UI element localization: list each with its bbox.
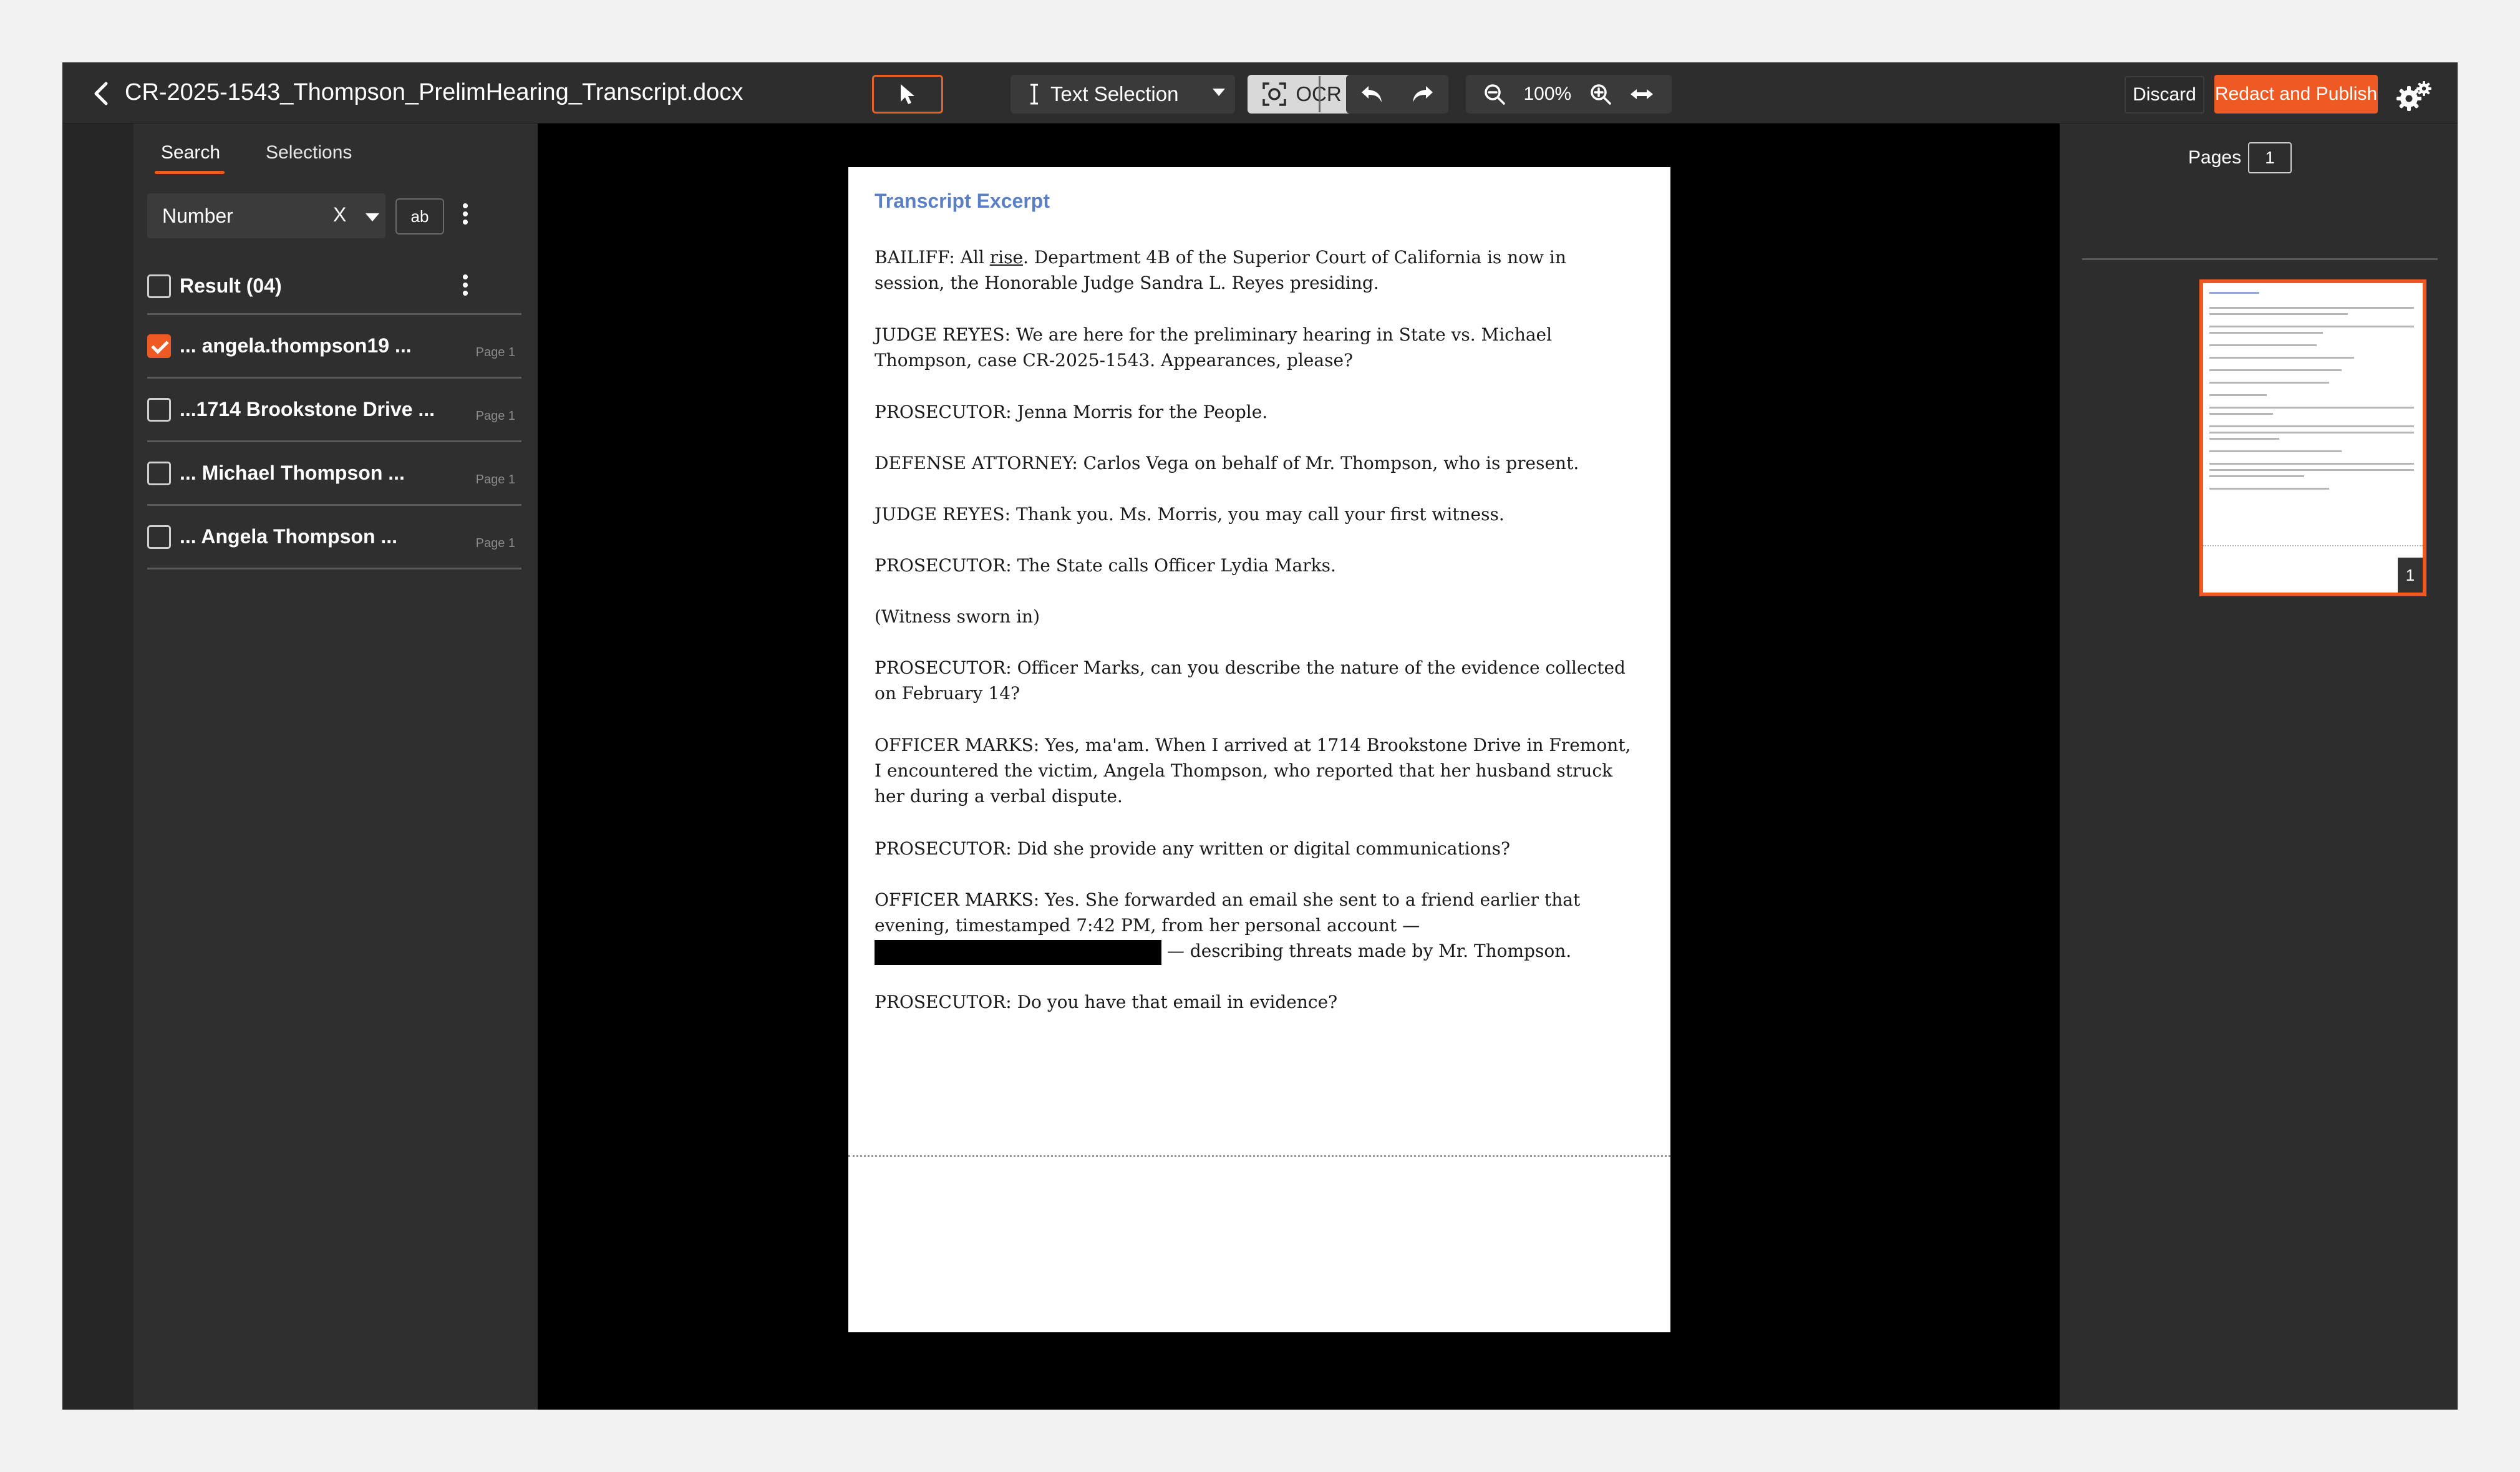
result-checkbox[interactable] (147, 398, 171, 422)
ocr-button[interactable]: OCR (1248, 75, 1356, 114)
zoom-controls: 100% (1466, 75, 1672, 114)
page-thumbnail[interactable]: 1 (2199, 279, 2426, 596)
paragraph-text: BAILIFF: All (875, 247, 990, 268)
result-item[interactable]: ... angela.thompson19 ... Page 1 (147, 314, 521, 377)
transcript-paragraph: JUDGE REYES: We are here for the prelimi… (875, 324, 1553, 370)
thumbnail-page-break (2203, 545, 2423, 546)
transcript-paragraph: OFFICER MARKS: Yes. She forwarded an ema… (875, 887, 1642, 965)
match-case-icon: ab (410, 206, 429, 226)
discard-button[interactable]: Discard (2125, 76, 2204, 114)
search-type-select[interactable]: Number X (147, 193, 385, 238)
result-checkbox[interactable] (147, 334, 171, 358)
result-snippet: ... Michael Thompson ... (180, 462, 405, 484)
result-checkbox[interactable] (147, 462, 171, 485)
result-snippet: ...1714 Brookstone Drive ... (180, 398, 435, 420)
zoom-level: 100% (1523, 84, 1572, 104)
result-item[interactable]: ... Michael Thompson ... Page 1 (147, 442, 521, 504)
select-all-checkbox[interactable] (147, 274, 171, 298)
pages-label: Pages (2188, 147, 2242, 168)
paragraph-text: OFFICER MARKS: Yes. She forwarded an ema… (875, 889, 1581, 936)
result-checkbox[interactable] (147, 525, 171, 549)
transcript-paragraph: PROSECUTOR: Do you have that email in ev… (875, 992, 1338, 1012)
result-snippet: ... Angela Thompson ... (180, 525, 398, 548)
tab-search[interactable]: Search (161, 142, 220, 163)
transcript-paragraph: PROSECUTOR: Did she provide any written … (875, 838, 1510, 859)
document-title: CR-2025-1543_Thompson_PrelimHearing_Tran… (125, 79, 744, 105)
zoom-out-icon[interactable] (1483, 83, 1506, 105)
page-number-input[interactable]: 1 (2248, 142, 2292, 173)
flagged-word: rise (989, 247, 1024, 268)
thumbnail-page-number: 1 (2398, 558, 2423, 593)
redaction-app: CR-2025-1543_Thompson_PrelimHearing_Tran… (62, 62, 2458, 1410)
chevron-down-icon (1213, 89, 1225, 96)
result-snippet: ... angela.thompson19 ... (180, 334, 412, 357)
active-tab-indicator (155, 171, 225, 174)
text-cursor-icon (1030, 84, 1038, 105)
match-case-button[interactable]: ab (395, 198, 444, 235)
divider (2082, 258, 2438, 260)
transcript-paragraph: PROSECUTOR: The State calls Officer Lydi… (875, 555, 1336, 576)
results-count: Result (04) (180, 274, 282, 297)
result-page: Page 1 (475, 473, 515, 487)
settings-gears-icon[interactable] (2395, 80, 2433, 112)
back-arrow-icon[interactable] (89, 80, 116, 107)
tab-selections[interactable]: Selections (266, 142, 352, 163)
result-page: Page 1 (475, 409, 515, 423)
transcript-paragraph: JUDGE REYES: Thank you. Ms. Morris, you … (875, 504, 1505, 525)
transcript-paragraph: DEFENSE ATTORNEY: Carlos Vega on behalf … (875, 453, 1579, 473)
transcript-paragraph: BAILIFF: All rise. Department 4B of the … (875, 245, 1642, 296)
document-viewer[interactable]: Transcript Excerpt BAILIFF: All rise. De… (538, 123, 2060, 1410)
transcript-paragraph: PROSECUTOR: Officer Marks, can you descr… (875, 657, 1626, 704)
pages-panel: Pages 1 1 (2060, 123, 2458, 1410)
result-page: Page 1 (475, 346, 515, 359)
search-panel: Search Selections Number X ab Result (04… (133, 123, 538, 1410)
transcript-paragraph: (Witness sworn in) (875, 606, 1040, 627)
redact-and-publish-button[interactable]: Redact and Publish (2214, 75, 2378, 114)
divider (147, 568, 521, 569)
text-selection-label: Text Selection (1050, 82, 1179, 105)
search-more-options-icon[interactable] (462, 201, 469, 231)
paragraph-text: — describing threats made by Mr. Thompso… (1161, 941, 1572, 961)
clear-icon[interactable]: X (333, 203, 346, 226)
cursor-arrow-icon (901, 84, 914, 104)
undo-icon[interactable] (1360, 84, 1384, 105)
transcript-paragraph: PROSECUTOR: Jenna Morris for the People. (875, 402, 1268, 422)
text-selection-dropdown[interactable]: Text Selection (1010, 75, 1235, 114)
window-frame: CR-2025-1543_Thompson_PrelimHearing_Tran… (0, 0, 2520, 1472)
search-type-value: Number (162, 205, 233, 227)
result-item[interactable]: ...1714 Brookstone Drive ... Page 1 (147, 378, 521, 440)
zoom-in-icon[interactable] (1589, 83, 1612, 105)
undo-redo-group (1346, 75, 1448, 114)
redo-icon[interactable] (1411, 84, 1435, 105)
document-heading: Transcript Excerpt (875, 190, 1050, 212)
transcript-paragraph: OFFICER MARKS: Yes, ma'am. When I arrive… (875, 735, 1631, 806)
pointer-tool-button[interactable] (872, 75, 943, 114)
fit-width-icon[interactable] (1629, 85, 1654, 104)
results-more-options-icon[interactable] (462, 272, 469, 302)
document-page[interactable]: Transcript Excerpt BAILIFF: All rise. De… (848, 167, 1670, 1332)
toolbar-divider (1319, 76, 1321, 112)
result-item[interactable]: ... Angela Thompson ... Page 1 (147, 505, 521, 568)
redaction-box[interactable] (875, 939, 1161, 965)
top-toolbar: CR-2025-1543_Thompson_PrelimHearing_Tran… (62, 62, 2458, 123)
left-sidebar: Search Selections Number X ab Result (04… (62, 123, 538, 1410)
page-break-line (848, 1155, 1670, 1157)
ocr-scan-icon (1262, 82, 1287, 106)
chevron-down-icon[interactable] (366, 213, 379, 221)
result-page: Page 1 (475, 536, 515, 550)
